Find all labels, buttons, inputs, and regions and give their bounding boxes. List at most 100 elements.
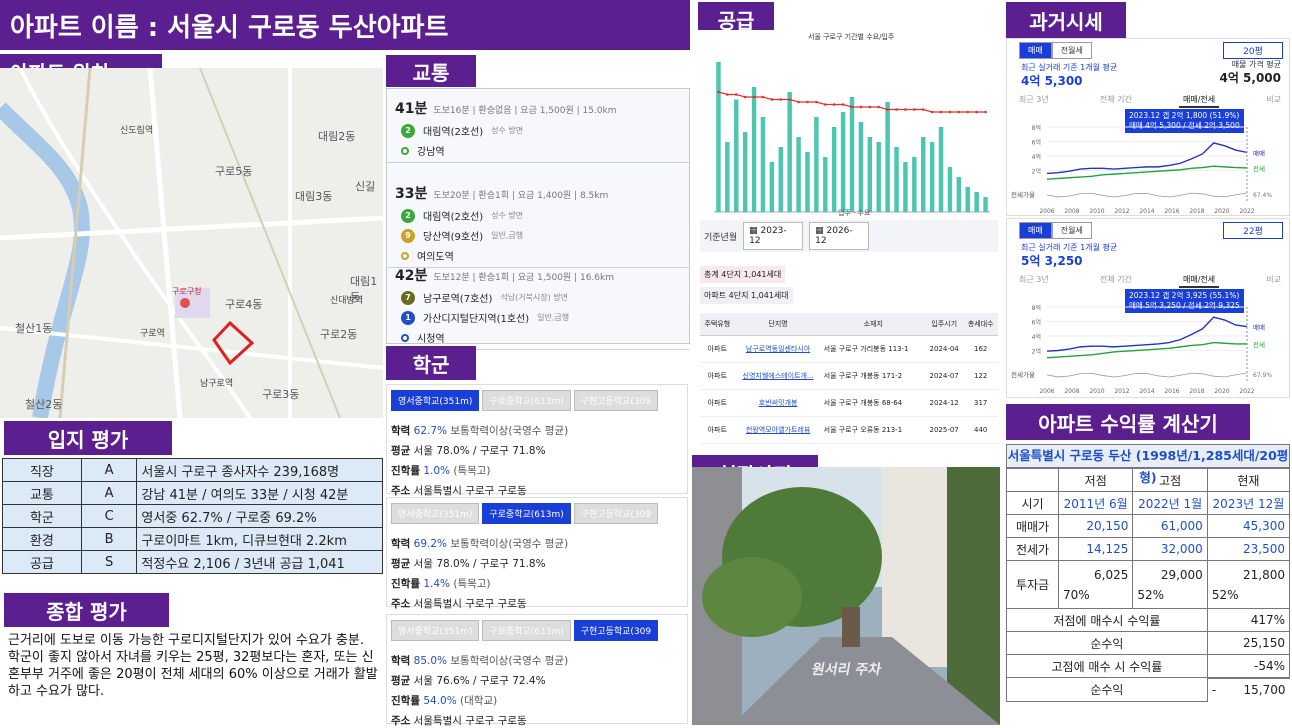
demand-point	[770, 98, 774, 101]
supply-panel: 서울 구로구 기간별 수요/입주 입주 · 수요 기준년월 ▦ 2023-12 …	[698, 30, 1000, 455]
calc-header-row-cell: 저점	[1057, 468, 1134, 492]
supply-row[interactable]: 아파트 호반써밋개봉 서울 구로구 개봉동 68-64 2024-12 317	[700, 389, 998, 417]
stop-name: 남구로역(7호선)	[423, 294, 493, 305]
page-title-bar: 아파트 이름 : 서울시 구로동 두산아파트	[0, 0, 690, 50]
demand-point	[948, 110, 952, 114]
calc-jeonse-row-cell: 14,125	[1057, 537, 1134, 561]
supply-cell: 317	[963, 389, 998, 417]
supply-tag-total: 총계 4단지 1,041세대	[700, 266, 786, 283]
jeonse-line	[1046, 165, 1248, 180]
x-tick-label: 2022	[1239, 388, 1254, 395]
school-tab[interactable]: 구현고등학교(309	[573, 390, 659, 411]
y-tick-label: 8억	[1032, 124, 1041, 132]
supply-row[interactable]: 아파트 남구로역동일센타시아 서울 구로구 가리봉동 113-1 2024-04 162	[700, 335, 998, 363]
school-score-label: 학력	[391, 655, 411, 667]
history-tab[interactable]: 매매	[1019, 42, 1052, 59]
x-tick-label: 2022	[1239, 208, 1254, 215]
eval-detail: 서울시 구로구 종사자수 239,168명	[136, 458, 383, 482]
period-tab[interactable]: 매매/전세	[1178, 93, 1220, 108]
supply-table: 주택유형 단지명 소재지 입주시기 총세대수 아파트 남구로역동일센타시아 서울 구로구 가리…	[700, 313, 998, 444]
route-card[interactable]: 33분 도보20분 | 환승1회 | 요금 1,400원 | 8.5km 2 대림역(…	[387, 179, 689, 268]
demand-point	[886, 108, 889, 111]
route-time: 33분	[395, 186, 428, 202]
calc-invest-amount: 6,025	[1094, 567, 1129, 582]
sale-line	[1046, 316, 1248, 352]
school-tab[interactable]: 구현고등학교(309	[573, 503, 659, 524]
period-tab[interactable]: 최근 3년	[1015, 93, 1053, 108]
section-eval-title: 입지 평가	[47, 427, 129, 452]
route-card[interactable]: 42분 도보12분 | 환승1회 | 요금 1,500원 | 16.6km 7 남구로…	[387, 261, 689, 350]
route-header: 41분 도보16분 | 환승없음 | 요금 1,500원 | 15.0km	[395, 98, 681, 118]
supply-cell: 2024-04	[924, 335, 964, 363]
calc-result-amount: 15,700	[1243, 683, 1286, 697]
supply-bar	[805, 152, 810, 212]
school-tab[interactable]: 영서중학교(351m)	[391, 503, 480, 524]
history-tab[interactable]: 전월세	[1051, 222, 1092, 239]
eval-grade: S	[80, 550, 138, 574]
period-tab[interactable]: 최근 3년	[1015, 273, 1053, 288]
stop-name: 당산역(9호선)	[423, 232, 484, 243]
school-tab[interactable]: 구현고등학교(309	[573, 620, 659, 641]
stop-direction: 일반,급행	[537, 313, 570, 322]
supply-to-input[interactable]: ▦ 2026-12	[809, 222, 870, 250]
location-map[interactable]: 신도림역 구로5동 대림3동 구로2동 구로4동 구로3동 철산1동 철산2동 …	[0, 68, 383, 418]
x-tick-label: 2006	[1039, 388, 1054, 395]
school-tab[interactable]: 구로중학교(613m)	[482, 503, 571, 524]
period-tab[interactable]: 전체 기간	[1096, 93, 1136, 108]
calc-table: 저점 고점 현재 시기 2011년 6월 2022년 1월 2023년 12월 매매가 20,1…	[1006, 468, 1291, 702]
calc-jeonse-row-cell: 32,000	[1132, 537, 1208, 561]
supply-bar	[903, 162, 908, 212]
school-tab[interactable]: 영서중학교(351m)	[391, 620, 480, 641]
area-select[interactable]: 22평	[1223, 222, 1283, 239]
school-adv-value: 54.0%	[423, 695, 457, 707]
jeonse-legend: 전세	[1253, 340, 1265, 349]
history-periods: 최근 3년 전체 기간 매매/전세 비교	[1015, 93, 1285, 108]
line-badge-icon: 1	[401, 310, 415, 325]
y-tick-label: 4억	[1032, 333, 1041, 341]
line-badge-icon	[401, 146, 409, 155]
history-avg-price: 4억 5,300	[1021, 74, 1083, 88]
school-avg-label: 평균	[391, 445, 411, 457]
sale-legend: 매매	[1253, 324, 1265, 332]
supply-bar	[742, 132, 748, 212]
history-tab[interactable]: 전월세	[1051, 42, 1092, 59]
demand-point	[734, 93, 738, 96]
period-tab[interactable]: 비교	[1262, 93, 1285, 108]
x-tick-label: 2020	[1214, 388, 1229, 395]
supply-row[interactable]: 아파트 신영지웰에스테이트개... 서울 구로구 개봉동 171-2 2024-07 1…	[700, 362, 998, 390]
supply-col-header: 입주시기	[924, 313, 964, 336]
period-tab[interactable]: 전체 기간	[1096, 273, 1136, 288]
calc-period-row-cell: 2011년 6월	[1057, 491, 1134, 515]
eval-grade: A	[80, 481, 138, 505]
history-tab[interactable]: 매매	[1019, 222, 1052, 239]
supply-range-bar: 기준년월 ▦ 2023-12 ▦ 2026-12	[700, 220, 998, 252]
demand-point	[939, 110, 943, 114]
period-tab[interactable]: 매매/전세	[1178, 273, 1220, 288]
x-tick-label: 2014	[1139, 388, 1154, 395]
school-tab[interactable]: 구로중학교(613m)	[482, 620, 571, 641]
school-score-row: 학력 69.2% 보통학력이상(국영수 평균)	[391, 536, 683, 551]
section-eval-header: 입지 평가	[4, 421, 172, 455]
eval-table: 직장 A 서울시 구로구 종사자수 239,168명 교통 A 강남 41분 / 여의도 …	[2, 458, 383, 574]
calc-result-sign: -	[1211, 683, 1217, 697]
school-avg-row: 평균 서울 78.0% / 구로구 71.8%	[391, 556, 683, 571]
supply-row[interactable]: 아파트 천왕역모아엘가트레뷰 서울 구로구 오류동 213-1 2025-07 440	[700, 416, 998, 444]
school-addr-label: 주소	[391, 598, 411, 610]
supply-bar	[778, 147, 783, 212]
supply-from-input[interactable]: ▦ 2023-12	[743, 222, 804, 250]
supply-cell: 호반써밋개봉	[734, 389, 822, 417]
area-select[interactable]: 20평	[1223, 42, 1283, 59]
y-tick-label: 2억	[1032, 348, 1041, 356]
supply-bar	[796, 137, 801, 212]
calc-result-label: 고점에 매수 시 수익률	[1006, 654, 1208, 678]
x-tick-label: 2020	[1214, 208, 1229, 215]
school-tab[interactable]: 구로중학교(613m)	[482, 390, 571, 411]
school-tab[interactable]: 영서중학교(351m)	[391, 390, 480, 411]
supply-bar	[885, 102, 890, 212]
stop-direction: 성수 방면	[491, 211, 524, 220]
gap-value: 67.9%	[1253, 372, 1272, 379]
school-adv-note: (대학교)	[460, 695, 498, 707]
route-card[interactable]: 41분 도보16분 | 환승없음 | 요금 1,500원 | 15.0km 2 대림역…	[387, 94, 689, 163]
period-tab[interactable]: 비교	[1262, 273, 1285, 288]
demand-point	[743, 95, 747, 99]
